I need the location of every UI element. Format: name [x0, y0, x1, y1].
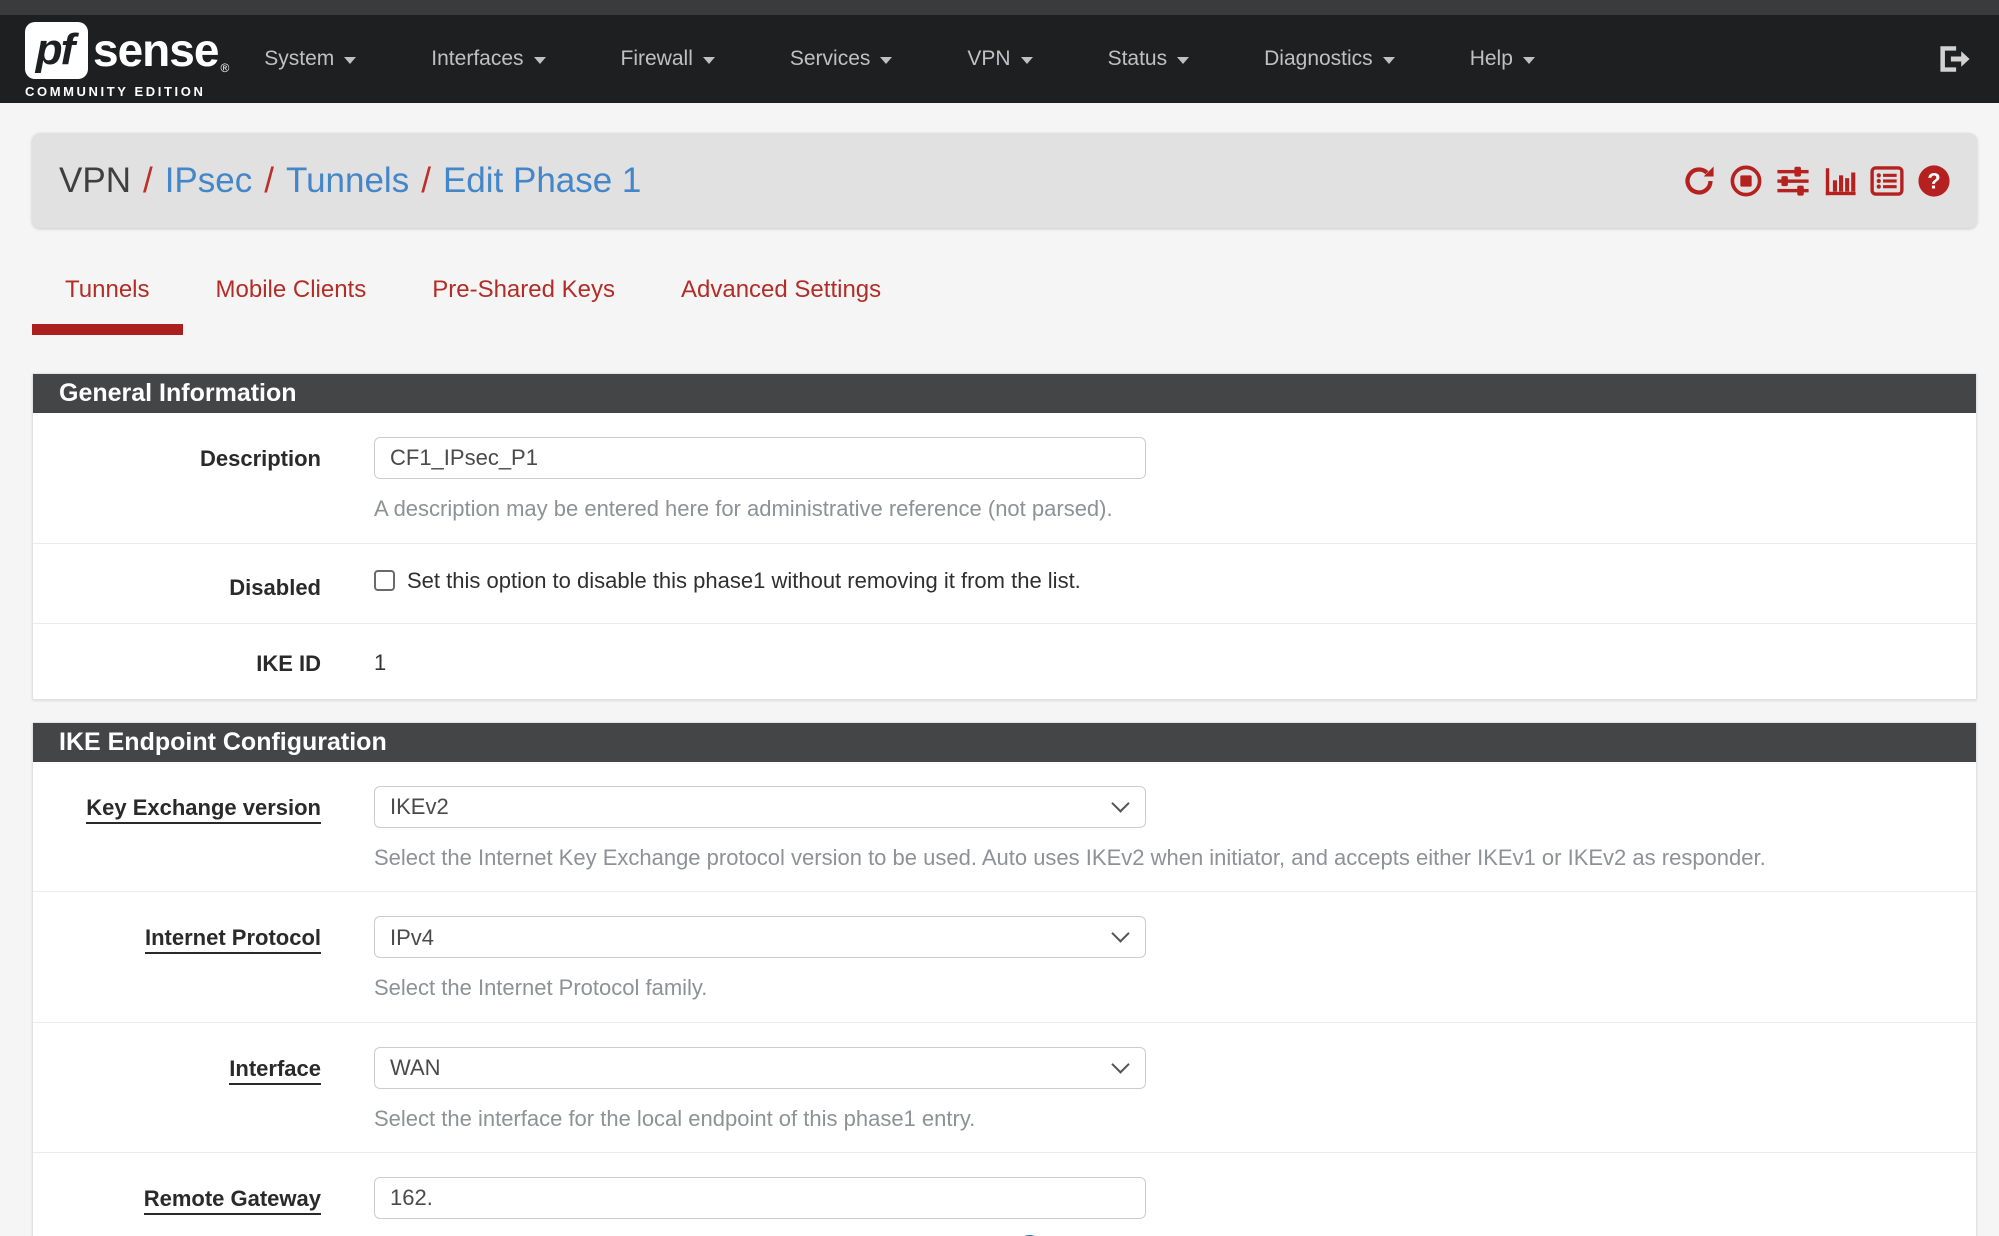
- sliders-icon[interactable]: [1776, 164, 1810, 198]
- registered-mark: ®: [220, 61, 229, 75]
- sign-out-icon[interactable]: [1937, 42, 1971, 76]
- nav-item-status[interactable]: Status: [1108, 47, 1190, 71]
- ike-id-label: IKE ID: [33, 642, 321, 677]
- chevron-down-icon: [703, 57, 715, 64]
- internet-protocol-row: Internet Protocol IPv4 Select the Intern…: [33, 891, 1976, 1022]
- disabled-checkbox[interactable]: [374, 570, 395, 591]
- breadcrumb-link-tunnels[interactable]: Tunnels: [286, 161, 409, 201]
- internet-protocol-help-text: Select the Internet Protocol family.: [374, 974, 1946, 1002]
- nav-item-help[interactable]: Help: [1470, 47, 1535, 71]
- breadcrumb-separator: /: [264, 161, 274, 201]
- pf-logo-text: pf: [36, 25, 78, 75]
- tab-pre-shared-keys[interactable]: Pre-Shared Keys: [399, 261, 648, 324]
- ike-id-row: IKE ID 1: [33, 623, 1976, 699]
- nav-item-system[interactable]: System: [264, 47, 356, 71]
- chevron-down-icon: [1383, 57, 1395, 64]
- pf-logo-box: pf: [25, 22, 88, 79]
- breadcrumb-bar: VPN / IPsec / Tunnels / Edit Phase 1 ?: [32, 133, 1977, 228]
- key-exchange-version-label: Key Exchange version: [33, 786, 321, 872]
- chevron-down-icon: [880, 57, 892, 64]
- remote-gateway-input[interactable]: [374, 1177, 1146, 1219]
- breadcrumb-link-edit-phase-1[interactable]: Edit Phase 1: [443, 161, 641, 201]
- panel-title-general-information: General Information: [33, 374, 1976, 413]
- breadcrumb: VPN / IPsec / Tunnels / Edit Phase 1: [59, 161, 641, 201]
- ipsec-tabs: Tunnels Mobile Clients Pre-Shared Keys A…: [32, 261, 1977, 335]
- bar-chart-icon[interactable]: [1823, 164, 1857, 198]
- ike-endpoint-configuration-panel: IKE Endpoint Configuration Key Exchange …: [32, 722, 1977, 1236]
- general-information-panel: General Information Description A descri…: [32, 373, 1977, 700]
- interface-help-text: Select the interface for the local endpo…: [374, 1105, 1946, 1133]
- key-exchange-version-select[interactable]: IKEv2: [374, 786, 1146, 828]
- chevron-down-icon: [344, 57, 356, 64]
- nav-item-diagnostics[interactable]: Diagnostics: [1264, 47, 1395, 71]
- pfsense-logo-main: pf sense ®: [25, 22, 229, 79]
- question-circle-icon[interactable]: ?: [1917, 164, 1951, 198]
- key-exchange-version-row: Key Exchange version IKEv2 Select the In…: [33, 762, 1976, 892]
- breadcrumb-root: VPN: [59, 161, 131, 201]
- main-navbar: pf sense ® COMMUNITY EDITION System Inte…: [0, 15, 1999, 103]
- disabled-checkbox-text: Set this option to disable this phase1 w…: [407, 568, 1081, 594]
- remote-gateway-row: Remote Gateway Enter the public IP addre…: [33, 1152, 1976, 1236]
- ike-id-value: 1: [374, 642, 1946, 676]
- interface-select[interactable]: WAN: [374, 1047, 1146, 1089]
- chevron-down-icon: [1523, 57, 1535, 64]
- disabled-row: Disabled Set this option to disable this…: [33, 543, 1976, 623]
- remote-gateway-label: Remote Gateway: [33, 1177, 321, 1236]
- chevron-down-icon: [1021, 57, 1033, 64]
- interface-label: Interface: [33, 1047, 321, 1133]
- nav-item-interfaces[interactable]: Interfaces: [431, 47, 545, 71]
- key-exchange-version-help-text: Select the Internet Key Exchange protoco…: [374, 844, 1946, 872]
- refresh-icon[interactable]: [1682, 164, 1716, 198]
- chevron-down-icon: [534, 57, 546, 64]
- nav-item-firewall[interactable]: Firewall: [621, 47, 715, 71]
- window-top-strip: [0, 0, 1999, 15]
- sense-logo-text: sense: [93, 23, 218, 77]
- description-label: Description: [33, 437, 321, 523]
- page-action-icons: ?: [1682, 164, 1951, 198]
- disabled-label: Disabled: [33, 566, 321, 601]
- description-row: Description A description may be entered…: [33, 413, 1976, 543]
- pfsense-logo[interactable]: pf sense ® COMMUNITY EDITION: [25, 22, 229, 99]
- tab-mobile-clients[interactable]: Mobile Clients: [183, 261, 400, 324]
- interface-row: Interface WAN Select the interface for t…: [33, 1022, 1976, 1153]
- tab-tunnels[interactable]: Tunnels: [32, 261, 183, 335]
- svg-text:?: ?: [1927, 168, 1940, 193]
- breadcrumb-separator: /: [143, 161, 153, 201]
- nav-menu: System Interfaces Firewall Services VPN …: [264, 47, 1535, 71]
- tab-advanced-settings[interactable]: Advanced Settings: [648, 261, 914, 324]
- breadcrumb-link-ipsec[interactable]: IPsec: [165, 161, 253, 201]
- nav-item-services[interactable]: Services: [790, 47, 893, 71]
- internet-protocol-label: Internet Protocol: [33, 916, 321, 1002]
- panel-title-ike-endpoint-configuration: IKE Endpoint Configuration: [33, 723, 1976, 762]
- internet-protocol-select[interactable]: IPv4: [374, 916, 1146, 958]
- description-input[interactable]: [374, 437, 1146, 479]
- description-help-text: A description may be entered here for ad…: [374, 495, 1946, 523]
- stop-circle-icon[interactable]: [1729, 164, 1763, 198]
- chevron-down-icon: [1177, 57, 1189, 64]
- breadcrumb-separator: /: [421, 161, 431, 201]
- nav-item-vpn[interactable]: VPN: [967, 47, 1032, 71]
- list-icon[interactable]: [1870, 164, 1904, 198]
- community-edition-label: COMMUNITY EDITION: [25, 84, 229, 99]
